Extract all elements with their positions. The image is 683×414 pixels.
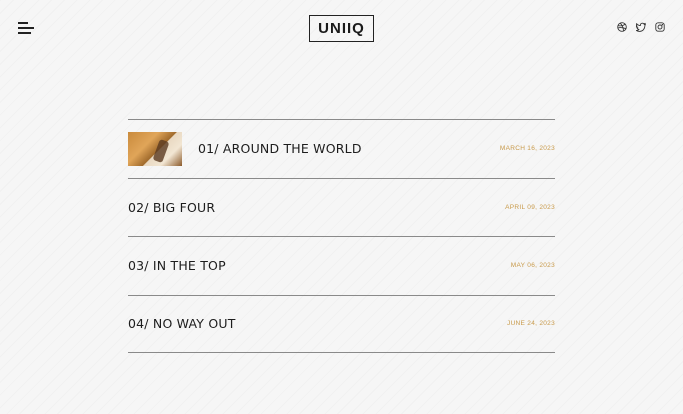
twitter-icon[interactable] bbox=[636, 22, 646, 32]
social-links bbox=[617, 22, 665, 32]
instagram-icon[interactable] bbox=[655, 22, 665, 32]
post-title[interactable]: 01/ AROUND THE WORLD bbox=[198, 141, 362, 156]
post-row-big-four[interactable]: 02/ BIG FOUR APRIL 09, 2023 bbox=[128, 177, 555, 237]
site-logo[interactable]: UNIIQ bbox=[309, 15, 374, 42]
menu-line bbox=[18, 27, 34, 29]
post-list: 01/ AROUND THE WORLD MARCH 16, 2023 02/ … bbox=[128, 119, 555, 353]
post-row-no-way-out[interactable]: 04/ NO WAY OUT JUNE 24, 2023 bbox=[128, 294, 555, 353]
post-date: JUNE 24, 2023 bbox=[507, 320, 555, 328]
post-date: MARCH 16, 2023 bbox=[499, 145, 555, 153]
post-title[interactable]: 04/ NO WAY OUT bbox=[128, 316, 236, 331]
dribbble-icon[interactable] bbox=[617, 22, 627, 32]
post-title[interactable]: 02/ BIG FOUR bbox=[128, 200, 215, 215]
menu-line bbox=[18, 32, 31, 34]
menu-line bbox=[18, 22, 28, 24]
post-thumbnail[interactable] bbox=[128, 131, 182, 166]
page: UNIIQ 01/ AROUND THE WORLD MARCH 16, 202… bbox=[0, 0, 683, 414]
post-title[interactable]: 03/ IN THE TOP bbox=[128, 258, 226, 273]
hamburger-menu-icon[interactable] bbox=[18, 22, 34, 34]
post-date: MAY 06, 2023 bbox=[510, 262, 555, 270]
post-row-around-the-world[interactable]: 01/ AROUND THE WORLD MARCH 16, 2023 bbox=[128, 119, 555, 178]
post-date: APRIL 09, 2023 bbox=[505, 203, 555, 211]
post-row-in-the-top[interactable]: 03/ IN THE TOP MAY 06, 2023 bbox=[128, 236, 555, 295]
